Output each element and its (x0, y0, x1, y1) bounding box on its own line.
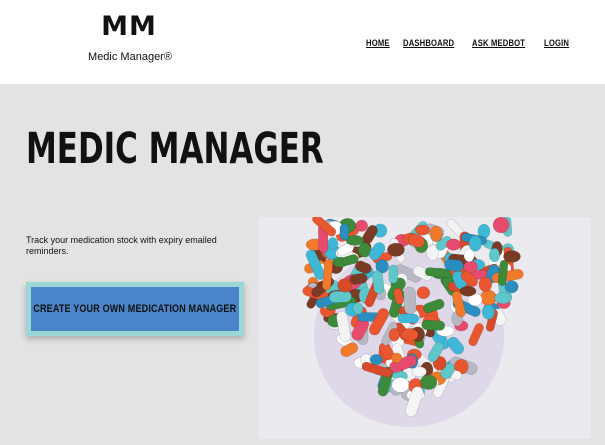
pill (388, 264, 399, 284)
pill (387, 242, 405, 257)
cta-button-frame: CREATE YOUR OWN MEDICATION MANAGER (26, 282, 244, 336)
pill (489, 247, 501, 263)
pill (355, 219, 369, 232)
logo-name[interactable]: Medic Manager® (80, 51, 180, 63)
logo-mark[interactable]: MM (84, 11, 174, 42)
pill (480, 289, 497, 306)
hero-tagline: Track your medication stock with expiry … (26, 235, 217, 256)
hero-section: MEDIC MANAGER Track your medication stoc… (0, 84, 605, 445)
main-nav: HOME DASHBOARD ASK MEDBOT LOGIN (366, 38, 573, 48)
pills-heart-illustration (302, 217, 524, 427)
create-manager-button-label: CREATE YOUR OWN MEDICATION MANAGER (33, 303, 237, 315)
pill (421, 319, 446, 331)
pill (397, 313, 419, 324)
pills-heart-image (259, 217, 591, 439)
pill (328, 290, 352, 303)
site-header: MM Medic Manager® HOME DASHBOARD ASK MED… (0, 0, 605, 84)
nav-login-link[interactable]: LOGIN (544, 38, 569, 48)
pill (391, 352, 403, 364)
pill (429, 225, 443, 242)
create-manager-button[interactable]: CREATE YOUR OWN MEDICATION MANAGER (31, 287, 239, 331)
nav-ask-medbot-link[interactable]: ASK MEDBOT (472, 38, 525, 48)
hero-title: MEDIC MANAGER (26, 124, 324, 174)
pill (494, 292, 512, 305)
pill (388, 328, 400, 342)
pill (369, 354, 383, 366)
pill (478, 276, 493, 292)
pill (352, 302, 364, 315)
pill (414, 224, 431, 236)
pill (391, 377, 410, 393)
pill (401, 328, 419, 342)
pill (504, 280, 519, 294)
pill (445, 238, 462, 251)
pill (492, 217, 510, 234)
pill (337, 278, 353, 293)
pill (403, 286, 417, 315)
nav-dashboard-link[interactable]: DASHBOARD (403, 38, 454, 48)
pill (468, 235, 482, 252)
pill (459, 285, 477, 297)
pill (463, 248, 475, 263)
pill (411, 366, 427, 378)
pill (420, 374, 438, 390)
nav-home-link[interactable]: HOME (366, 38, 390, 48)
pill (327, 237, 339, 250)
pill (481, 304, 496, 320)
pill (416, 286, 431, 300)
pill (339, 223, 350, 241)
